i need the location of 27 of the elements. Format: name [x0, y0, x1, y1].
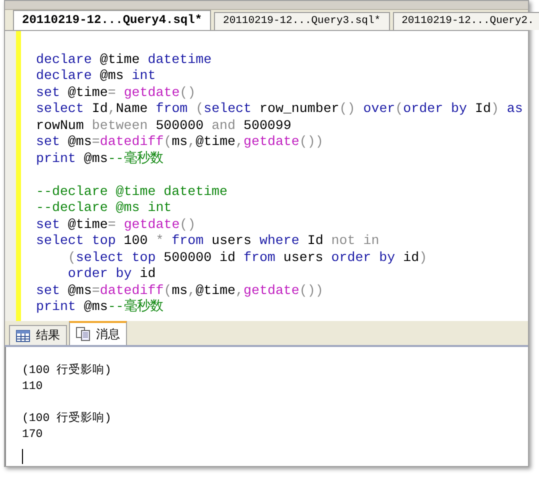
text-cursor — [22, 449, 23, 464]
code-line: print @ms--毫秒数 — [36, 299, 163, 316]
document-icon — [76, 327, 90, 341]
code-line: declare @time datetime — [36, 52, 212, 68]
document-tab[interactable]: 20110219-12...Query4.sql* — [13, 10, 212, 30]
grid-icon — [16, 330, 30, 342]
code-line: select top 100 * from users where Id not in — [36, 233, 380, 250]
message-line: 170 — [22, 427, 43, 443]
message-line: 110 — [22, 379, 43, 395]
code-line: set @ms=datediff(ms,@time,getdate()) — [36, 282, 324, 298]
document-tab[interactable]: 20110219-12...Query3.sql* — [214, 12, 390, 30]
message-line: (100 行受影响) — [22, 363, 112, 379]
code-line: set @time= getdate() — [36, 216, 196, 233]
code-line: set @time= getdate() — [36, 84, 196, 101]
code-line: print @ms--毫秒数 — [36, 150, 163, 167]
code-line: declare @ms int — [36, 68, 156, 84]
result-tab[interactable]: 消息 — [69, 321, 127, 345]
code-line: set @ms=datediff(ms,@time,getdate()) — [36, 134, 324, 150]
code-line: rowNum between 500000 and 500099 — [36, 118, 292, 134]
code-line: (select top 500000 id from users order by id) — [68, 250, 428, 266]
result-tab[interactable]: 结果 — [9, 325, 67, 345]
code-line: --declare @ms int — [36, 200, 172, 216]
document-tab[interactable]: 20110219-12...Query2. — [392, 12, 539, 30]
message-line: (100 行受影响) — [22, 411, 112, 427]
code-line: order by id — [68, 266, 156, 282]
code-line: select Id,Name from (select row_number() over(order by Id) as — [36, 101, 523, 118]
code-line: --declare @time datetime — [36, 184, 228, 200]
